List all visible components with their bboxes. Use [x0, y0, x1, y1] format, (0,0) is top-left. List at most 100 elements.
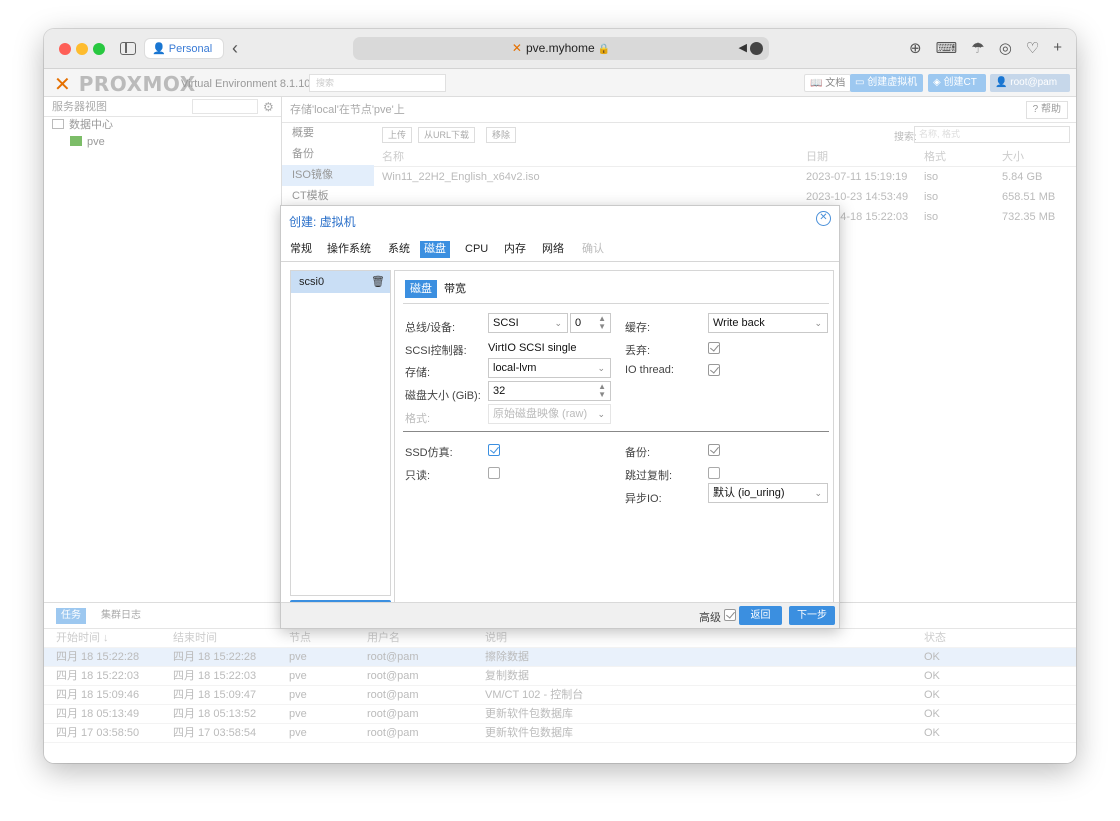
storage-select[interactable]: local-lvm ⌄: [488, 358, 611, 378]
table-row[interactable]: 四月 18 15:22:28 四月 18 15:22:28 pve root@pam 擦…: [44, 648, 1076, 667]
tab-disks[interactable]: 磁盘: [420, 241, 450, 258]
bus-select[interactable]: SCSI ⌄: [488, 313, 568, 333]
scsi-controller-label: SCSI控制器:: [405, 345, 467, 357]
tab-confirm: 确认: [582, 243, 604, 255]
backup-checkbox[interactable]: [708, 444, 720, 456]
address-bar[interactable]: ✕ pve.myhome 🔒 ◀︎: [353, 37, 769, 60]
browser-toolbar: 👤 Personal ⌄ ‹ ✕pve.myhome🔒 ◀︎ ⊕ ⌨ ☂ ◎ ♡…: [44, 29, 1076, 76]
nav-summary[interactable]: 概要: [282, 123, 374, 144]
tab-general[interactable]: 常规: [287, 241, 315, 258]
create-ct-button[interactable]: ◈ 创建CT: [928, 74, 986, 92]
docs-button[interactable]: 📖 文档: [804, 74, 852, 92]
storage-search-input[interactable]: 名称, 格式: [914, 126, 1070, 143]
nav-ct-templates[interactable]: CT模板: [282, 186, 374, 207]
toolbar-icons: ⊕ ⌨ ☂ ◎ ♡ +: [909, 39, 1062, 57]
product-version: Virtual Environment 8.1.10: [181, 78, 311, 90]
create-vm-button[interactable]: ▭ 创建虚拟机: [850, 74, 923, 92]
stepper-icon[interactable]: ▲ ▼: [598, 315, 606, 331]
async-io-label: 异步IO:: [625, 493, 662, 505]
disk-list: scsi0 🗑: [290, 270, 391, 596]
close-window-button[interactable]: [59, 43, 71, 55]
header-search-input[interactable]: 搜索: [309, 74, 446, 92]
dialog-footer: 高级 返回 下一步: [281, 602, 839, 628]
extension-icon[interactable]: ⌨: [936, 39, 958, 57]
tab-cpu[interactable]: CPU: [462, 241, 491, 258]
format-select: 原始磁盘映像 (raw) ⌄: [488, 404, 611, 424]
discard-checkbox[interactable]: [708, 342, 720, 354]
table-row[interactable]: Win11_22H2_English_x64v2.iso 2023-07-11 1…: [374, 167, 1076, 187]
tab-memory[interactable]: 内存: [501, 241, 529, 258]
scsi-controller-value: VirtIO SCSI single: [488, 342, 577, 354]
nav-backup[interactable]: 备份: [282, 144, 374, 165]
chevron-down-icon: ⌄: [597, 363, 605, 373]
download-icon[interactable]: ⊕: [909, 39, 922, 57]
disk-size-input[interactable]: 32 ▲ ▼: [488, 381, 611, 401]
bus-label: 总线/设备:: [405, 322, 456, 334]
url-text: pve.myhome: [525, 41, 595, 55]
shield-icon[interactable]: ♡: [1026, 39, 1039, 57]
table-row[interactable]: 四月 18 15:09:46 四月 18 15:09:47 pve root@pam V…: [44, 686, 1076, 705]
pve-header: ✕ PROXMOX Virtual Environment 8.1.10 搜索 …: [44, 69, 1076, 106]
download-url-button[interactable]: 从URL下载: [418, 127, 476, 143]
table-row[interactable]: 四月 17 03:58:50 四月 17 03:58:54 pve root@pam 更…: [44, 724, 1076, 743]
disk-size-label: 磁盘大小 (GiB):: [405, 390, 481, 402]
table-row[interactable]: 2023-10-23 14:53:49 iso 658.51 MB: [374, 187, 1076, 207]
divider: [403, 431, 829, 432]
ssd-label: SSD仿真:: [405, 447, 453, 459]
new-tab-icon[interactable]: +: [1053, 39, 1062, 57]
ssd-checkbox[interactable]: [488, 444, 500, 456]
list-item[interactable]: scsi0 🗑: [291, 271, 390, 293]
chevron-down-icon: ⌄: [814, 318, 822, 328]
stepper-icon[interactable]: ▲ ▼: [598, 383, 606, 399]
tab-system[interactable]: 系统: [385, 241, 413, 258]
proxmox-logo: ✕ PROXMOX: [54, 72, 196, 96]
resource-tree: 服务器视图 ⚙ 数据中心 pve: [44, 97, 282, 627]
tab-cluster-log[interactable]: 集群日志: [96, 608, 146, 624]
profile-button[interactable]: 👤 Personal ⌄: [144, 38, 224, 76]
dialog-title: 创建: 虚拟机: [289, 215, 356, 229]
cache-label: 缓存:: [625, 322, 651, 334]
audio-icon[interactable]: ◀︎: [739, 37, 747, 60]
view-selector[interactable]: 服务器视图 ⚙: [44, 97, 281, 117]
tab-disk[interactable]: 磁盘: [405, 280, 437, 298]
table-row[interactable]: 四月 18 05:13:49 四月 18 05:13:52 pve root@pam 更…: [44, 705, 1076, 724]
media-icon[interactable]: [750, 42, 763, 55]
next-button[interactable]: 下一步: [789, 606, 835, 625]
sidebar-toggle-icon[interactable]: [120, 42, 136, 55]
storage-label: 存储:: [405, 367, 431, 379]
tab-bandwidth[interactable]: 带宽: [439, 280, 471, 298]
back-button[interactable]: 返回: [739, 606, 782, 625]
close-icon[interactable]: ✕: [816, 211, 831, 226]
gear-icon[interactable]: ⚙: [263, 97, 274, 117]
zoom-window-button[interactable]: [93, 43, 105, 55]
remove-button[interactable]: 移除: [486, 127, 517, 143]
tree-item-datacenter[interactable]: 数据中心: [44, 117, 281, 134]
view-dropdown[interactable]: [192, 99, 258, 114]
trash-icon[interactable]: 🗑: [371, 271, 385, 293]
back-button[interactable]: ‹: [232, 38, 238, 58]
tab-tasks[interactable]: 任务: [56, 608, 86, 624]
extension3-icon[interactable]: ◎: [999, 39, 1012, 57]
tab-os[interactable]: 操作系统: [324, 241, 374, 258]
tree-item-pve[interactable]: pve: [44, 134, 281, 151]
table-row[interactable]: 四月 18 15:22:03 四月 18 15:22:03 pve root@pam 复…: [44, 667, 1076, 686]
device-stepper[interactable]: 0 ▲ ▼: [570, 313, 611, 333]
tab-network[interactable]: 网络: [539, 241, 567, 258]
skip-replication-checkbox[interactable]: [708, 467, 720, 479]
chevron-down-icon: ⌄: [554, 318, 562, 328]
nav-iso[interactable]: ISO镜像: [282, 165, 374, 186]
datacenter-icon: [52, 119, 64, 129]
help-button[interactable]: ? 帮助: [1025, 101, 1068, 119]
extension2-icon[interactable]: ☂: [971, 39, 984, 57]
minimize-window-button[interactable]: [76, 43, 88, 55]
readonly-checkbox[interactable]: [488, 467, 500, 479]
io-thread-checkbox[interactable]: [708, 364, 720, 376]
async-io-select[interactable]: 默认 (io_uring) ⌄: [708, 483, 828, 503]
io-thread-label: IO thread:: [625, 364, 674, 376]
user-menu-button[interactable]: 👤 root@pam ⌄: [990, 74, 1070, 106]
cache-select[interactable]: Write back ⌄: [708, 313, 828, 333]
upload-button[interactable]: 上传: [382, 127, 413, 143]
chevron-down-icon: ⌄: [597, 409, 605, 419]
advanced-checkbox[interactable]: [724, 609, 736, 621]
proxmox-favicon-icon: ✕: [511, 41, 522, 55]
